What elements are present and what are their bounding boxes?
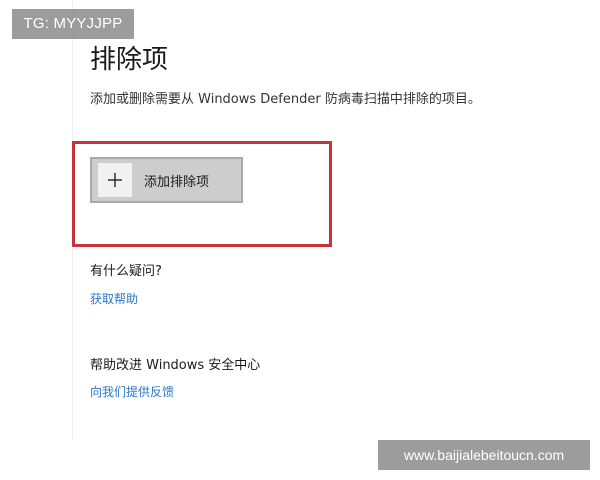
watermark-tg: TG: MYYJJPP [12,9,134,39]
watermark-site: www.baijialebeitoucn.com [378,440,590,470]
get-help-link[interactable]: 获取帮助 [90,290,138,308]
add-exclusion-label: 添加排除项 [144,174,210,190]
improve-heading: 帮助改进 Windows 安全中心 [90,358,261,373]
page-title: 排除项 [90,45,169,75]
help-heading: 有什么疑问? [90,264,162,279]
page-description: 添加或删除需要从 Windows Defender 防病毒扫描中排除的项目。 [90,92,481,107]
add-exclusion-button[interactable]: 添加排除项 [90,157,243,203]
plus-icon [98,163,132,197]
feedback-link[interactable]: 向我们提供反馈 [90,383,174,401]
